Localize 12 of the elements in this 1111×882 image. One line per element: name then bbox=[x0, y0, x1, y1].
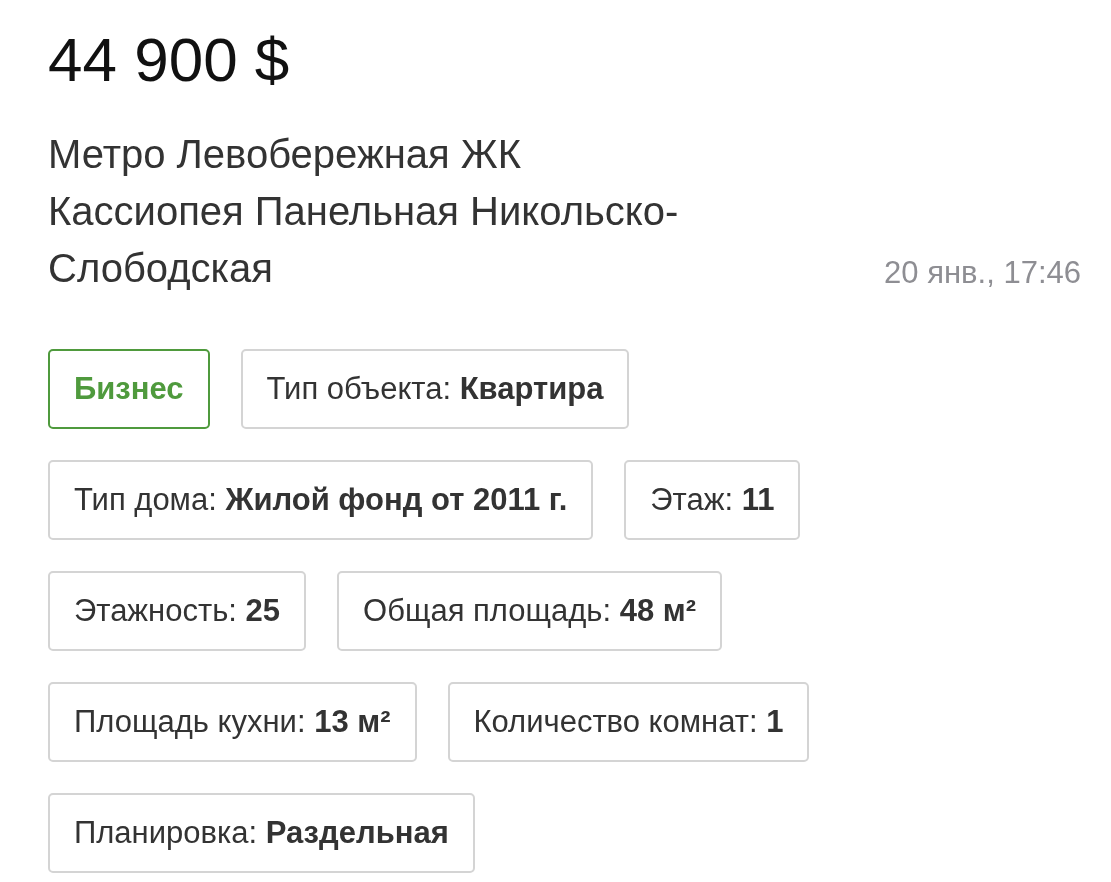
property-tag: Количество комнат: 1 bbox=[447, 682, 810, 762]
category-tag: Бизнес bbox=[48, 349, 210, 429]
listing-title: Метро Левобережная ЖК Кассиопея Панельная Никольско-Слободская bbox=[48, 131, 680, 292]
property-tag: Площадь кухни: 13 м² bbox=[48, 682, 417, 762]
property-tag: Планировка: Раздельная bbox=[48, 793, 475, 873]
property-tag: Тип дома: Жилой фонд от 2011 г. bbox=[48, 460, 594, 540]
price: 44 900 $ bbox=[48, 24, 291, 96]
property-tag: Этаж: 11 bbox=[624, 460, 801, 540]
property-tag: Тип объекта: Квартира bbox=[240, 349, 630, 429]
property-tag: Общая площадь: 48 м² bbox=[337, 571, 723, 651]
date: 20 янв., 17:46 bbox=[884, 255, 1081, 292]
property-tag: Этажность: 25 bbox=[48, 571, 307, 651]
